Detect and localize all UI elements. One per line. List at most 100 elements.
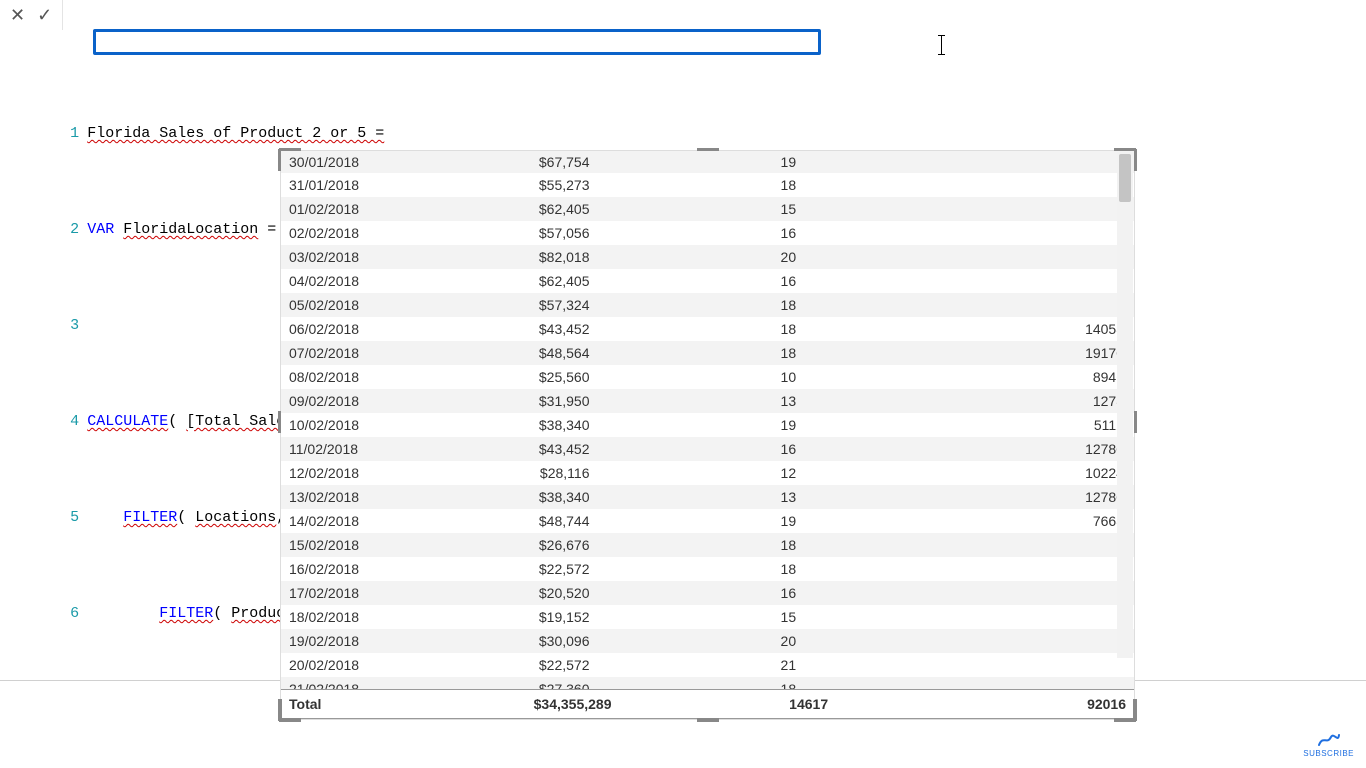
cell-v2 — [836, 197, 1134, 221]
cell-v1: 16 — [619, 581, 836, 605]
gutter-line-6: 6 — [63, 602, 87, 626]
cell-v1: 16 — [619, 221, 836, 245]
cancel-icon[interactable]: ✕ — [10, 5, 25, 26]
cell-amt: $22,572 — [443, 653, 619, 677]
fn-calculate: CALCULATE — [87, 413, 168, 430]
cell-date: 04/02/2018 — [281, 269, 443, 293]
paren-open: ( — [177, 509, 195, 526]
gutter-line-4: 4 — [63, 410, 87, 434]
table-row[interactable]: 07/02/2018$48,5641819170 — [281, 341, 1134, 365]
resize-handle[interactable] — [279, 718, 301, 722]
cell-v1: 20 — [619, 629, 836, 653]
cell-v1: 21 — [619, 653, 836, 677]
table-row[interactable]: 16/02/2018$22,57218 — [281, 557, 1134, 581]
table-row[interactable]: 18/02/2018$19,15215 — [281, 605, 1134, 629]
cell-date: 10/02/2018 — [281, 413, 443, 437]
gutter-line-2: 2 — [63, 218, 87, 242]
cell-amt: $25,560 — [443, 365, 619, 389]
cell-v2: 14058 — [836, 317, 1134, 341]
totals-value-2: 92016 — [836, 690, 1134, 719]
cell-date: 13/02/2018 — [281, 485, 443, 509]
paren-open: ( — [168, 413, 186, 430]
cell-amt: $57,324 — [443, 293, 619, 317]
table-row[interactable]: 17/02/2018$20,52016 — [281, 581, 1134, 605]
cell-v1: 18 — [619, 173, 836, 197]
totals-row-table: Total $34,355,289 14617 92016 — [281, 689, 1134, 719]
table-row[interactable]: 08/02/2018$25,560108946 — [281, 365, 1134, 389]
cell-v1: 13 — [619, 485, 836, 509]
table-row[interactable]: 14/02/2018$48,744197668 — [281, 509, 1134, 533]
resize-handle[interactable] — [278, 699, 282, 721]
table-row[interactable]: 10/02/2018$38,340195112 — [281, 413, 1134, 437]
cell-amt: $62,405 — [443, 197, 619, 221]
table-row[interactable]: 03/02/2018$82,01820 — [281, 245, 1134, 269]
cell-amt: $62,405 — [443, 269, 619, 293]
cell-date: 07/02/2018 — [281, 341, 443, 365]
table-row[interactable]: 04/02/2018$62,40516 — [281, 269, 1134, 293]
table-row[interactable]: 19/02/2018$30,09620 — [281, 629, 1134, 653]
table-row[interactable]: 01/02/2018$62,40515 — [281, 197, 1134, 221]
table-row[interactable]: 02/02/2018$57,05616 — [281, 221, 1134, 245]
cell-date: 06/02/2018 — [281, 317, 443, 341]
totals-value-1: 14617 — [619, 690, 836, 719]
commit-icon[interactable]: ✓ — [37, 5, 52, 26]
measure-name: Florida Sales of Product 2 or 5 = — [87, 125, 384, 142]
table-row[interactable]: 11/02/2018$43,4521612780 — [281, 437, 1134, 461]
cell-date: 14/02/2018 — [281, 509, 443, 533]
cell-v2 — [836, 293, 1134, 317]
cell-v1: 19 — [619, 509, 836, 533]
gutter-line-1: 1 — [63, 122, 87, 146]
cell-amt: $43,452 — [443, 317, 619, 341]
cell-amt: $28,116 — [443, 461, 619, 485]
cell-v1: 16 — [619, 269, 836, 293]
cell-v1: 18 — [619, 317, 836, 341]
table-row[interactable]: 09/02/2018$31,950131278 — [281, 389, 1134, 413]
cell-v2: 12780 — [836, 437, 1134, 461]
subscribe-watermark: SUBSCRIBE — [1303, 733, 1354, 758]
table-row[interactable]: 13/02/2018$38,3401312780 — [281, 485, 1134, 509]
table-row[interactable]: 15/02/2018$26,67618 — [281, 533, 1134, 557]
paren-open: ( — [213, 605, 231, 622]
totals-label: Total — [281, 690, 443, 719]
cell-amt: $31,950 — [443, 389, 619, 413]
totals-row: Total $34,355,289 14617 92016 — [281, 690, 1134, 719]
cell-v2 — [836, 629, 1134, 653]
table-row[interactable]: 21/02/2018$27,36018 — [281, 677, 1134, 689]
scrollbar-thumb[interactable] — [1119, 154, 1131, 202]
cell-date: 20/02/2018 — [281, 653, 443, 677]
cell-v1: 18 — [619, 533, 836, 557]
cell-v1: 16 — [619, 437, 836, 461]
table-row[interactable]: 05/02/2018$57,32418 — [281, 293, 1134, 317]
cell-v2 — [836, 245, 1134, 269]
cell-amt: $22,572 — [443, 557, 619, 581]
cell-v1: 15 — [619, 197, 836, 221]
table-row[interactable]: 20/02/2018$22,57221 — [281, 653, 1134, 677]
resize-handle[interactable] — [697, 718, 719, 722]
cell-v1: 13 — [619, 389, 836, 413]
cell-v2: 7668 — [836, 509, 1134, 533]
cell-date: 05/02/2018 — [281, 293, 443, 317]
table-scroll-area[interactable]: 30/01/2018$67,7541931/01/2018$55,2731801… — [281, 151, 1134, 689]
cell-v2 — [836, 221, 1134, 245]
cell-v2 — [836, 533, 1134, 557]
table-row[interactable]: 06/02/2018$43,4521814058 — [281, 317, 1134, 341]
cell-amt: $27,360 — [443, 677, 619, 689]
cell-date: 02/02/2018 — [281, 221, 443, 245]
resize-handle[interactable] — [1133, 699, 1137, 721]
cell-date: 18/02/2018 — [281, 605, 443, 629]
cell-v2: 1278 — [836, 389, 1134, 413]
totals-amount: $34,355,289 — [443, 690, 619, 719]
table-row[interactable]: 30/01/2018$67,75419 — [281, 151, 1134, 173]
table-row[interactable]: 12/02/2018$28,1161210224 — [281, 461, 1134, 485]
cell-date: 19/02/2018 — [281, 629, 443, 653]
fn-filter-3: FILTER — [159, 605, 213, 622]
cell-amt: $67,754 — [443, 151, 619, 173]
cell-v1: 20 — [619, 245, 836, 269]
cell-v2 — [836, 581, 1134, 605]
cell-date: 03/02/2018 — [281, 245, 443, 269]
vertical-scrollbar[interactable] — [1117, 152, 1133, 658]
cell-v2: 19170 — [836, 341, 1134, 365]
cell-v1: 18 — [619, 293, 836, 317]
table-visual[interactable]: 30/01/2018$67,7541931/01/2018$55,2731801… — [280, 150, 1135, 720]
table-row[interactable]: 31/01/2018$55,27318 — [281, 173, 1134, 197]
